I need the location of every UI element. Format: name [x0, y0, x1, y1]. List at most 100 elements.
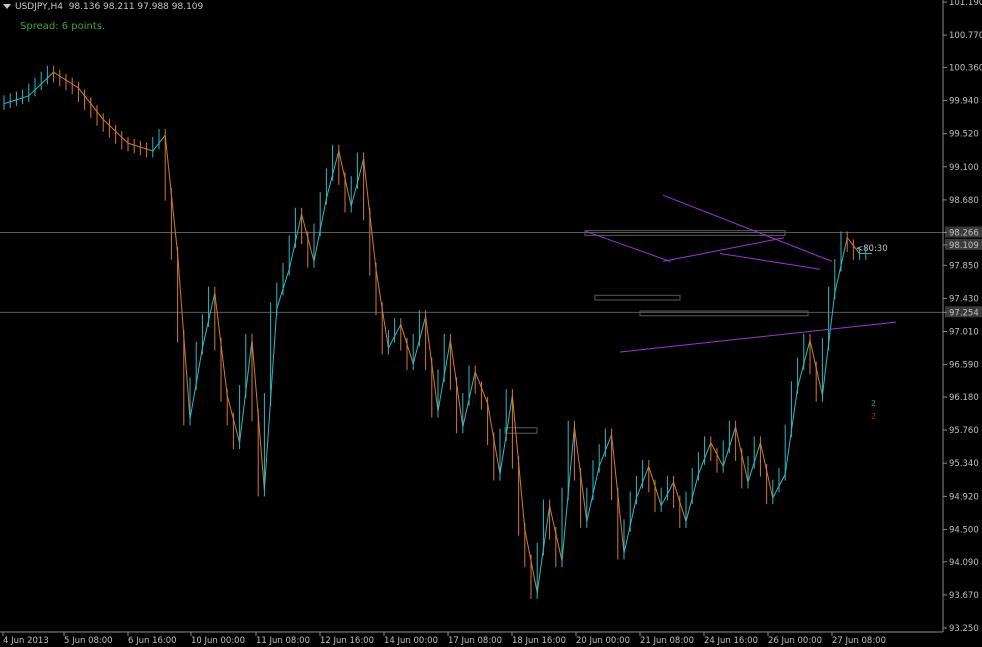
price-segment [679, 501, 687, 522]
price-segment [84, 95, 92, 105]
time-tick-label: 10 Jun 00:00 [191, 636, 245, 646]
price-segment [536, 549, 544, 593]
trendline [662, 194, 833, 262]
time-tick-label: 26 Jun 00:00 [768, 636, 822, 646]
price-segment [766, 470, 774, 499]
price-tick-label: 94.920 [949, 492, 979, 502]
time-tick-label: 18 Jun 16:00 [512, 636, 566, 646]
price-axis: 101.190 100.770 100.360 99.940 99.520 99.100 9… [0, 0, 982, 634]
price-segment [71, 83, 79, 89]
price-segment [10, 99, 17, 103]
price-segment [294, 213, 303, 242]
price-tick-label: 98.109 [949, 241, 979, 251]
trendline [662, 237, 785, 262]
price-segment [809, 340, 817, 368]
price-segment [47, 71, 54, 79]
time-tick-label: 20 Jun 00:00 [576, 636, 630, 646]
price-segment [518, 462, 526, 530]
price-segment [697, 458, 706, 475]
price-segment [121, 136, 129, 144]
price-segment [673, 481, 681, 503]
price-segment [753, 442, 761, 463]
price-segment [400, 324, 408, 345]
price-tick-label: 100.360 [949, 63, 982, 73]
time-tick-label: 14 Jun 00:00 [384, 636, 438, 646]
price-segment [778, 474, 786, 487]
price-segment [350, 182, 358, 207]
price-segment [586, 493, 594, 522]
price-segment [288, 241, 296, 270]
price-segment [418, 316, 427, 341]
price-segment [468, 371, 476, 400]
price-segment [208, 292, 216, 321]
price-tick-label: 99.100 [949, 163, 979, 173]
price-segment [406, 344, 414, 365]
price-segment [270, 308, 278, 400]
price-tick-label: 96.590 [949, 361, 979, 371]
price-segment [146, 148, 153, 152]
price-segment [134, 144, 141, 148]
trendline [585, 230, 671, 262]
price-bars [3, 65, 872, 599]
price-segment [195, 348, 203, 384]
price-segment [22, 95, 29, 99]
price-segment [846, 237, 854, 246]
time-tick-label: 24 Jun 16:00 [704, 636, 758, 646]
range-box [594, 294, 681, 301]
price-chart[interactable]: 101.190 100.770 100.360 99.940 99.520 99.100 9… [0, 0, 982, 647]
price-segment [567, 426, 575, 495]
time-tick-label: 6 Jun 16:00 [128, 636, 177, 646]
price-tick-label: 97.010 [949, 328, 979, 338]
price-segment [797, 363, 805, 388]
price-segment [214, 292, 222, 345]
price-segment [59, 75, 67, 81]
price-segment [220, 344, 228, 396]
price-tick-label: 97.850 [949, 261, 979, 271]
price-segment [617, 493, 625, 554]
price-segment [307, 237, 315, 262]
price-segment [177, 253, 185, 337]
price-tick-label: 94.500 [949, 525, 979, 535]
price-segment [449, 340, 458, 384]
price-segment [332, 150, 340, 175]
time-tick-label: 27 Jun 08:00 [832, 636, 886, 646]
price-segment [78, 87, 85, 97]
price-segment [301, 213, 309, 238]
price-segment [456, 383, 464, 428]
price-tick-label: 100.770 [949, 31, 982, 41]
price-segment [28, 89, 36, 97]
price-segment [803, 340, 811, 365]
price-segment [387, 336, 396, 349]
price-segment [356, 158, 365, 183]
price-segment [325, 174, 334, 199]
price-segment [375, 269, 383, 309]
price-segment [722, 446, 730, 467]
price-segment [691, 474, 699, 499]
price-segment [580, 474, 588, 522]
price-segment [524, 529, 532, 562]
price-tick-label: 94.090 [949, 558, 979, 568]
price-segment [790, 387, 799, 431]
price-tick-label: 93.250 [949, 624, 979, 634]
price-segment [821, 344, 830, 396]
price-segment [710, 442, 718, 455]
price-segment [34, 83, 42, 91]
price-segment [251, 340, 259, 416]
price-segment [666, 481, 675, 495]
time-tick-label: 5 Jun 08:00 [64, 636, 113, 646]
price-segment [443, 340, 451, 376]
price-segment [704, 442, 712, 459]
time-tick-label: 17 Jun 08:00 [448, 636, 502, 646]
trendlines [585, 194, 897, 353]
time-tick-label: 4 Jun 2013 [3, 636, 49, 646]
price-segment [313, 229, 321, 262]
price-segment [542, 505, 551, 550]
price-segment [109, 125, 116, 132]
price-segment [604, 434, 613, 451]
price-tick-label: 95.340 [949, 459, 979, 469]
price-segment [784, 430, 792, 475]
price-segment [716, 454, 724, 467]
price-segment [344, 178, 352, 207]
price-segment [245, 340, 253, 392]
price-segment [815, 367, 823, 396]
